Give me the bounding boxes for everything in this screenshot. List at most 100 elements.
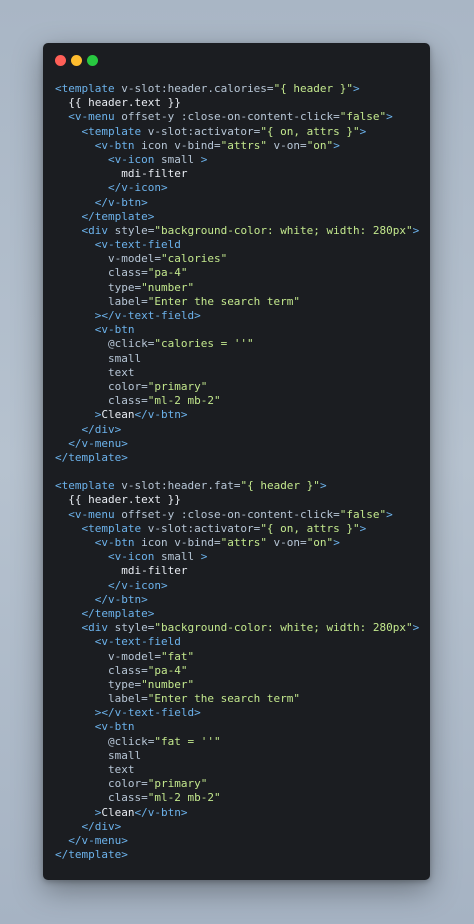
code-line: <v-btn [55,323,426,337]
code-line: </v-menu> [55,437,426,451]
code-token: v-slot:header.fat= [121,479,241,493]
code-token: <v-icon [55,550,161,564]
code-line: <v-btn icon v-bind="attrs" v-on="on"> [55,536,426,550]
code-line: <v-menu offset-y :close-on-content-click… [55,110,426,124]
code-token: > [359,124,367,138]
code-line: <v-icon small > [55,550,426,564]
code-line: class="pa-4" [55,266,426,280]
code-line: </template> [55,451,426,465]
code-line: color="primary" [55,777,426,791]
code-token: "Enter the search term" [147,692,301,706]
close-dot-icon[interactable] [55,55,66,66]
code-token: offset-y :close-on-content-click= [121,110,340,124]
code-token: small [160,550,201,564]
code-line: <v-btn [55,720,426,734]
code-token: <template [55,82,122,95]
code-token: "attrs" [220,138,267,152]
code-line: class="pa-4" [55,664,426,678]
code-token: offset-y :close-on-content-click= [121,507,340,521]
code-token: @click= [55,734,155,748]
zoom-dot-icon[interactable] [87,55,98,66]
code-token: > [55,805,102,819]
code-token: text [55,763,135,776]
code-token: type= [55,280,142,294]
code-token: > [200,550,208,564]
code-token: </template> [55,450,128,464]
code-token: </template> [55,209,155,223]
code-token: class= [55,791,148,805]
code-token: <v-btn [55,323,135,337]
code-token: {{ header.text }} [55,96,181,110]
code-line: <template v-slot:header.fat="{ header }"… [55,479,426,493]
code-token: "calories" [160,252,228,266]
code-line: small [55,352,426,366]
code-token: v-on= [266,536,307,549]
code-token: "pa-4" [147,266,188,280]
code-token: "background-color: white; width: 280px" [154,621,413,635]
code-token: > [333,138,340,152]
code-token: <div [55,223,115,237]
code-token: "false" [339,507,387,521]
code-line: <v-text-field [55,238,426,252]
code-token: "number" [141,280,195,294]
code-line: class="ml-2 mb-2" [55,394,426,408]
minimize-dot-icon[interactable] [71,55,82,66]
code-token: </v-icon> [55,578,168,592]
code-line: <div style="background-color: white; wid… [55,224,426,238]
code-token: "background-color: white; width: 280px" [154,223,413,237]
code-token: "attrs" [220,536,267,549]
code-token: </div> [55,422,122,436]
code-token: > [412,621,420,635]
code-token: <div [55,621,115,635]
code-token: icon v-bind= [141,138,221,152]
code-token: <v-btn [55,536,142,549]
code-line: ></v-text-field> [55,309,426,323]
code-token: color= [55,379,148,393]
code-token: </v-icon> [55,181,168,195]
code-token: "on" [306,536,334,549]
code-line: <template v-slot:header.calories="{ head… [55,82,426,96]
code-token: </v-btn> [55,195,148,209]
code-token: <template [55,479,122,493]
code-line: <template v-slot:activator="{ on, attrs … [55,125,426,139]
code-token: "ml-2 mb-2" [147,791,221,805]
code-token: "Enter the search term" [147,294,301,308]
code-line: label="Enter the search term" [55,692,426,706]
code-token: mdi-filter [55,167,188,181]
code-line: </template> [55,210,426,224]
code-token: v-slot:activator= [147,521,261,535]
code-line: color="primary" [55,380,426,394]
code-line: mdi-filter [55,167,426,181]
code-token: color= [55,777,148,791]
code-token: <v-icon [55,152,161,166]
code-token: > [353,82,360,95]
code-line: type="number" [55,678,426,692]
code-line: @click="calories = ''" [55,337,426,351]
code-token: </v-btn> [134,805,188,819]
code-token: @click= [55,337,155,351]
code-token: v-slot:header.calories= [121,82,274,95]
code-token: small [55,351,142,365]
code-token: <v-text-field [55,238,181,252]
code-token: label= [55,692,148,706]
code-line: </v-btn> [55,593,426,607]
code-line: <v-icon small > [55,153,426,167]
code-line: >Clean</v-btn> [55,408,426,422]
code-token: > [386,110,393,124]
code-token: </v-btn> [134,408,188,422]
code-line: ></v-text-field> [55,706,426,720]
code-token: style= [114,223,155,237]
code-token: v-on= [266,138,307,152]
code-token: "number" [141,677,195,691]
code-block: <template v-slot:header.calories="{ head… [55,82,426,862]
code-token: class= [55,663,148,677]
code-token: "fat = ''" [154,734,221,748]
code-line: </div> [55,820,426,834]
code-line: <template v-slot:activator="{ on, attrs … [55,522,426,536]
code-line: <v-text-field [55,635,426,649]
code-token: <v-btn [55,720,135,734]
code-token: label= [55,294,148,308]
code-line: </v-icon> [55,579,426,593]
code-token: "false" [339,110,387,124]
